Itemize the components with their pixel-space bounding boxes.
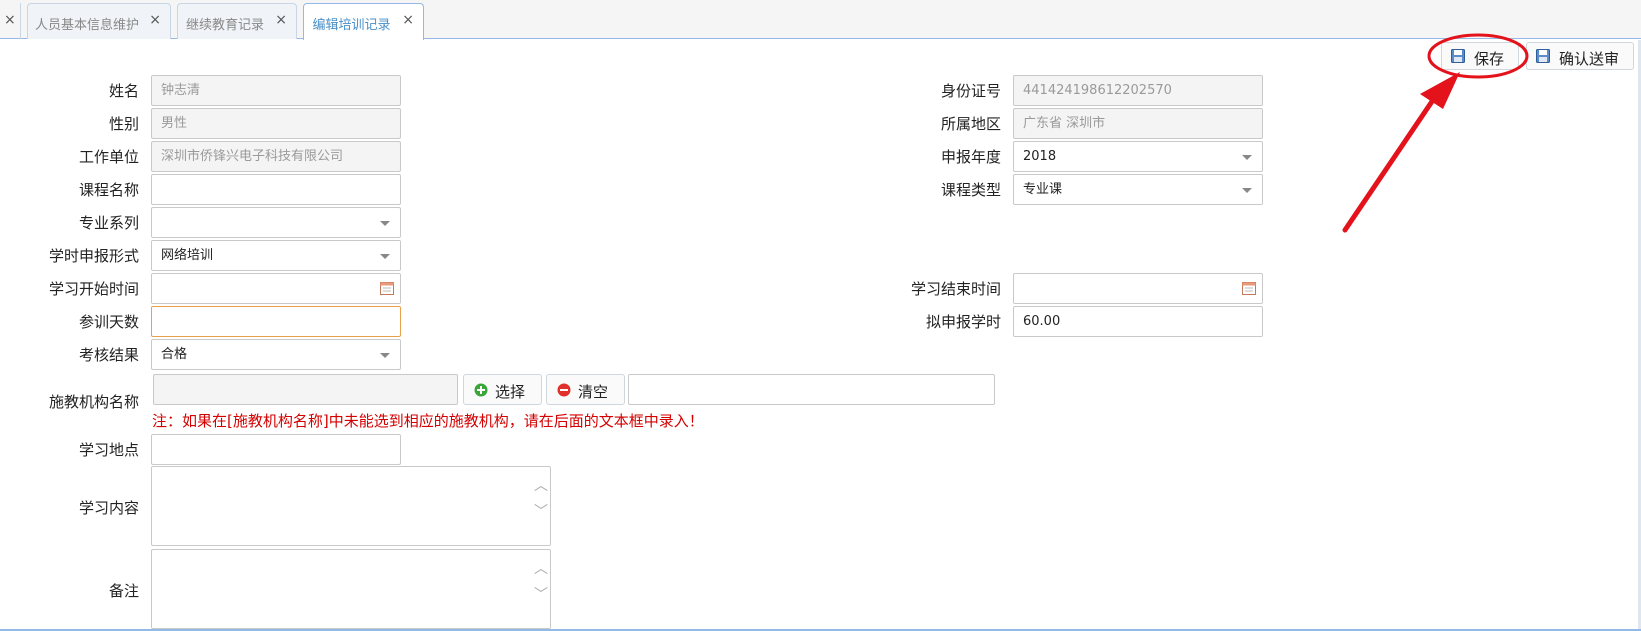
id-number-field: 441424198612202570: [1013, 75, 1263, 106]
scroll-arrows[interactable]: ︿ ﹀: [534, 477, 548, 521]
assessment-label: 考核结果: [78, 346, 139, 364]
close-icon[interactable]: ×: [275, 12, 287, 28]
course-type-label: 课程类型: [940, 181, 1001, 199]
clear-button-label: 清空: [578, 383, 609, 401]
floppy-disk-icon: [1536, 49, 1550, 63]
employer-field: 深圳市侨锋兴电子科技有限公司: [151, 141, 401, 172]
training-days-field[interactable]: [151, 306, 401, 337]
planned-hours-field[interactable]: 60.00: [1013, 306, 1263, 337]
id-number-value: 441424198612202570: [1023, 83, 1172, 98]
institution-manual-input[interactable]: [628, 374, 995, 405]
add-circle-icon: [474, 383, 488, 397]
report-year-label: 申报年度: [940, 148, 1001, 166]
course-name-label: 课程名称: [78, 181, 139, 199]
close-icon[interactable]: ×: [4, 12, 16, 28]
clear-button[interactable]: 清空: [546, 374, 625, 405]
gender-label: 性别: [108, 115, 139, 133]
region-value: 广东省 深圳市: [1023, 116, 1106, 131]
gender-field: 男性: [151, 108, 401, 139]
major-series-label: 专业系列: [78, 214, 139, 232]
tab-divider: [20, 3, 21, 39]
remarks-label: 备注: [108, 582, 139, 600]
close-icon[interactable]: ×: [149, 12, 161, 28]
chevron-down-icon[interactable]: [380, 254, 390, 259]
chevron-down-icon[interactable]: ﹀: [534, 503, 548, 521]
report-year-value: 2018: [1023, 149, 1057, 164]
confirm-submit-button[interactable]: 确认送审: [1526, 42, 1634, 70]
confirm-submit-label: 确认送审: [1559, 50, 1620, 68]
save-button[interactable]: 保存: [1441, 42, 1519, 70]
chevron-down-icon[interactable]: [380, 353, 390, 358]
training-days-label: 参训天数: [78, 313, 139, 331]
course-type-value: 专业课: [1023, 182, 1063, 197]
institution-field: [153, 374, 458, 405]
course-type-select[interactable]: 专业课: [1013, 174, 1263, 205]
annotation-arrow-head: [1420, 72, 1460, 109]
planned-hours-value: 60.00: [1023, 314, 1061, 329]
location-field[interactable]: [151, 434, 401, 465]
employer-value: 深圳市侨锋兴电子科技有限公司: [161, 149, 344, 164]
id-number-label: 身份证号: [940, 82, 1001, 100]
major-series-select[interactable]: [151, 207, 401, 238]
name-value: 钟志清: [161, 83, 201, 98]
calendar-icon[interactable]: [1242, 281, 1256, 295]
select-button[interactable]: 选择: [463, 374, 542, 405]
tab-label: 编辑培训记录: [312, 18, 391, 33]
assessment-select[interactable]: 合格: [151, 339, 401, 370]
hours-form-label: 学时申报形式: [48, 247, 139, 265]
end-time-field[interactable]: [1013, 273, 1263, 304]
tab-bar: × 人员基本信息维护 × 继续教育记录 × 编辑培训记录 ×: [0, 0, 1641, 40]
location-label: 学习地点: [78, 441, 139, 459]
institution-label: 施教机构名称: [48, 393, 139, 411]
chevron-down-icon[interactable]: [1242, 155, 1252, 160]
report-year-select[interactable]: 2018: [1013, 141, 1263, 172]
chevron-down-icon[interactable]: [1242, 188, 1252, 193]
floppy-disk-icon: [1451, 49, 1465, 63]
tab-continuing-education[interactable]: 继续教育记录 ×: [177, 3, 297, 39]
chevron-down-icon[interactable]: [380, 221, 390, 226]
name-label: 姓名: [108, 82, 139, 100]
hours-form-value: 网络培训: [161, 248, 214, 263]
chevron-up-icon[interactable]: ︿: [534, 560, 548, 578]
assessment-value: 合格: [161, 347, 188, 362]
name-field: 钟志清: [151, 75, 401, 106]
scroll-arrows[interactable]: ︿ ﹀: [534, 560, 548, 604]
remove-circle-icon: [557, 383, 571, 397]
tab-label: 人员基本信息维护: [34, 18, 139, 33]
region-label: 所属地区: [940, 115, 1001, 133]
tab-personnel-info[interactable]: 人员基本信息维护 ×: [27, 3, 171, 39]
tab-label: 继续教育记录: [185, 18, 264, 33]
end-time-label: 学习结束时间: [910, 280, 1001, 298]
course-name-field[interactable]: [151, 174, 401, 205]
start-time-label: 学习开始时间: [48, 280, 139, 298]
save-button-label: 保存: [1474, 50, 1505, 68]
annotation-arrow-shaft: [1342, 94, 1438, 233]
tab-edit-training-record[interactable]: 编辑培训记录 ×: [303, 3, 424, 40]
planned-hours-label: 拟申报学时: [925, 313, 1001, 331]
calendar-icon[interactable]: [380, 281, 394, 295]
chevron-down-icon[interactable]: ﹀: [534, 586, 548, 604]
hours-form-select[interactable]: 网络培训: [151, 240, 401, 271]
close-icon[interactable]: ×: [402, 12, 414, 28]
chevron-up-icon[interactable]: ︿: [534, 477, 548, 495]
select-button-label: 选择: [495, 383, 526, 401]
content-label: 学习内容: [78, 499, 139, 517]
start-time-field[interactable]: [151, 273, 401, 304]
content-textarea[interactable]: [151, 466, 551, 546]
gender-value: 男性: [161, 116, 188, 131]
employer-label: 工作单位: [78, 148, 139, 166]
region-field: 广东省 深圳市: [1013, 108, 1263, 139]
remarks-textarea[interactable]: [151, 549, 551, 629]
institution-note: 注：如果在[施教机构名称]中未能选到相应的施教机构，请在后面的文本框中录入！: [152, 412, 704, 430]
